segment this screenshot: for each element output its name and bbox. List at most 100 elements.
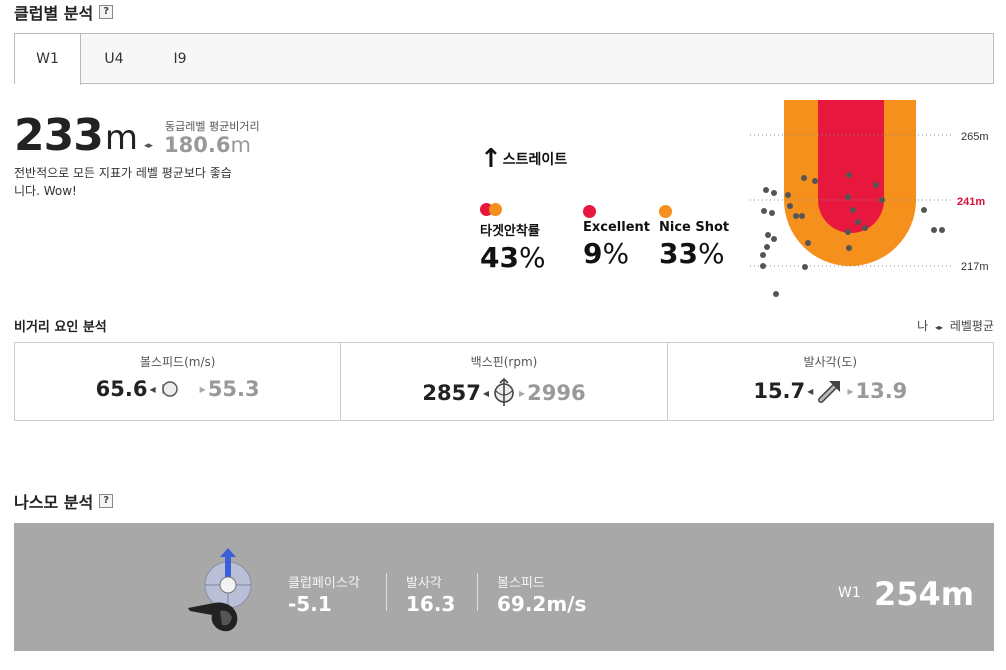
factor-mine-value: 65.6: [95, 377, 148, 401]
direction-label: 스트레이트: [502, 152, 568, 168]
shot-dot: [879, 197, 885, 203]
factor-backspin: 백스핀(rpm) 2857 ◀ ▶ 2996: [341, 343, 668, 420]
shot-dot: [845, 229, 851, 235]
avg-distance-unit: m: [230, 133, 251, 157]
club-tabs: W1 U4 I9: [14, 33, 994, 85]
stat-number: 9: [583, 237, 603, 270]
nasmo-distance: 254m: [874, 575, 975, 613]
distance-label-265: 265m: [961, 131, 989, 143]
shot-dot: [921, 207, 927, 213]
stat-label: Nice Shot: [659, 220, 730, 235]
stat-nice-shot: Nice Shot 33%: [659, 203, 729, 270]
stat-number: 43: [480, 241, 519, 274]
nasmo-label: 볼스피드: [497, 576, 545, 591]
shot-dot: [939, 227, 945, 233]
factor-launch-angle: 발사각(도) 15.7 ◀ ▶ 13.9: [668, 343, 993, 420]
launch-angle-icon: [818, 381, 841, 403]
shot-dot: [787, 203, 793, 209]
shot-dot: [763, 187, 769, 193]
factor-label: 발사각(도): [803, 355, 858, 369]
stat-excellent: Excellent 9%: [583, 203, 650, 270]
shot-dot: [805, 240, 811, 246]
shot-dot: [850, 207, 856, 213]
stat-value: 43%: [480, 241, 546, 274]
my-distance-value: 233: [14, 110, 104, 161]
shot-dot: [802, 264, 808, 270]
shot-dot: [873, 182, 879, 188]
shot-dot: [773, 291, 779, 297]
shot-dot: [846, 245, 852, 251]
shot-dot: [760, 263, 766, 269]
factor-mine-value: 15.7: [753, 379, 806, 403]
red-dot-icon: [583, 205, 596, 218]
left-triangle-icon: ◀: [149, 384, 156, 394]
avg-distance-label: 동급레벨 평균비거리: [165, 120, 260, 133]
shot-dot: [812, 178, 818, 184]
right-triangle-icon: ▶: [847, 386, 854, 396]
nasmo-label: 클럽페이스각: [288, 576, 360, 591]
golf-ball-icon: [161, 381, 182, 397]
up-arrow-icon: ↑: [480, 144, 502, 174]
summary-description: 전반적으로 모든 지표가 레벨 평균보다 좋습니다. Wow!: [14, 166, 232, 198]
stat-number: 33: [659, 237, 698, 270]
compare-arrow-icon: ◂▸: [144, 141, 154, 151]
nasmo-value: 16.3: [406, 592, 456, 616]
nasmo-value: 69.2m/s: [497, 592, 587, 616]
stat-value: 9%: [583, 237, 650, 270]
left-triangle-icon: ◀: [807, 386, 814, 396]
factor-mine-value: 2857: [422, 381, 481, 405]
avg-distance: 180.6m: [164, 133, 251, 157]
stat-target-rate: 타겟안착률 43%: [480, 203, 546, 274]
orange-dot-icon: [489, 203, 502, 216]
shot-dot: [771, 190, 777, 196]
shot-dot: [855, 219, 861, 225]
stat-value: 33%: [659, 237, 729, 270]
stat-label: 타겟안착률: [480, 224, 540, 239]
nasmo-panel: 클럽페이스각 -5.1 발사각 16.3 볼스피드 69.2m/s W1 254…: [14, 523, 994, 651]
factor-label: 백스핀(rpm): [470, 355, 538, 369]
tab-w1[interactable]: W1: [15, 34, 81, 85]
factor-legend: 나 ◂▸ 레벨평균: [917, 317, 994, 334]
left-triangle-icon: ◀: [482, 388, 489, 398]
right-triangle-icon: ▶: [518, 388, 526, 398]
shot-dot: [801, 175, 807, 181]
shot-dot: [862, 225, 868, 231]
excellent-zone: [818, 100, 884, 233]
factor-analysis-title: 비거리 요인 분석: [14, 320, 107, 335]
shot-dot: [845, 194, 851, 200]
help-icon[interactable]: ?: [99, 494, 114, 508]
shot-dot: [760, 252, 766, 258]
tab-u4[interactable]: U4: [81, 34, 147, 84]
nasmo-club-face-angle: 클럽페이스각 -5.1: [288, 572, 360, 616]
tab-i9[interactable]: I9: [147, 34, 213, 84]
my-distance: 233 m: [14, 112, 138, 160]
club-analysis-title-text: 클럽별 분석: [14, 4, 94, 23]
factor-level-value: 2996: [527, 381, 586, 405]
legend-me: 나: [917, 319, 929, 333]
stat-unit: %: [602, 237, 630, 270]
excellent-legend: [583, 203, 650, 219]
nasmo-ball-speed: 볼스피드 69.2m/s: [497, 572, 586, 616]
help-icon[interactable]: ?: [99, 5, 114, 19]
nasmo-analysis-title: 나스모 분석 ?: [14, 489, 114, 513]
shot-dot: [846, 172, 852, 178]
avg-distance-value: 180.6: [164, 133, 231, 157]
shot-dot: [799, 213, 805, 219]
distance-label-217: 217m: [961, 261, 989, 273]
shot-dot: [769, 210, 775, 216]
divider: [386, 573, 387, 611]
factor-row: 15.7 ◀ ▶ 13.9: [668, 377, 993, 405]
club-analysis-title: 클럽별 분석 ?: [14, 0, 114, 24]
factor-label: 볼스피드(m/s): [139, 355, 216, 369]
factor-row: 65.6 ◀ ▶ 55.3: [15, 377, 340, 401]
factor-box: 볼스피드(m/s) 65.6 ◀ ▶ 55.3 백스핀(rpm) 2857 ◀: [14, 342, 994, 421]
shot-dot: [761, 208, 767, 214]
stat-unit: %: [518, 241, 546, 274]
shot-dot: [771, 236, 777, 242]
factor-row: 2857 ◀ ▶ 2996: [341, 377, 666, 409]
legend-level: 레벨평균: [949, 319, 994, 333]
shot-dot: [931, 227, 937, 233]
distance-label-241: 241m: [957, 196, 985, 208]
compare-arrow-icon: ◂▸: [934, 323, 943, 332]
shot-dispersion-diagram: 265m 241m 217m: [750, 100, 989, 297]
